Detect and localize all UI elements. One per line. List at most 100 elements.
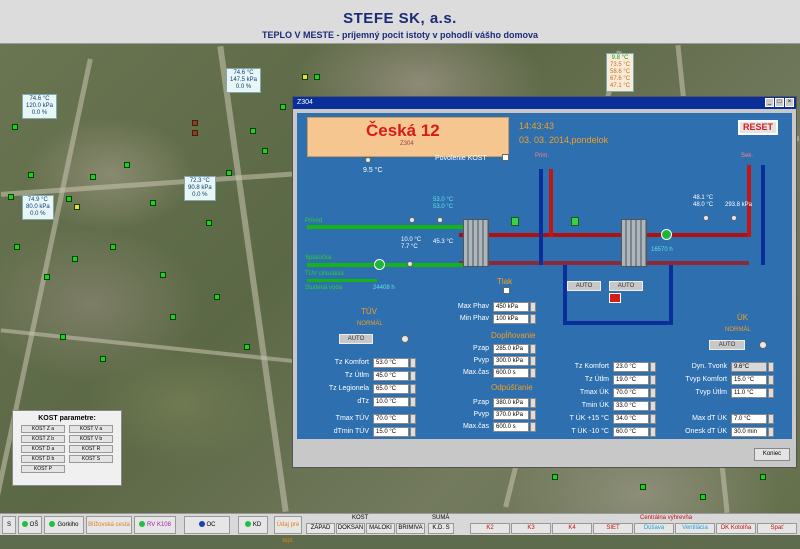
nav-kost-item[interactable]: BRIMIVA — [396, 523, 425, 534]
spinner-icon[interactable] — [410, 371, 416, 381]
tlak-auto-button[interactable]: AUTO — [567, 281, 601, 291]
nav-central-item[interactable]: K3 — [511, 523, 551, 534]
param-value-field[interactable]: 15.0 °C — [731, 375, 767, 385]
station-marker[interactable] — [170, 314, 176, 320]
station-marker-alarm[interactable] — [192, 120, 198, 126]
station-marker[interactable] — [110, 244, 116, 250]
param-value-field[interactable]: 15.0 °C — [373, 427, 409, 437]
nav-kost-item[interactable]: MALOKI — [366, 523, 395, 534]
nav-os[interactable]: OŠ — [18, 516, 42, 534]
kost-button[interactable]: KOST Z b — [21, 435, 65, 443]
kost-button[interactable]: KOST D b — [21, 455, 65, 463]
station-marker[interactable] — [226, 170, 232, 176]
spinner-icon[interactable] — [768, 414, 774, 424]
nav-gorkiho[interactable]: Gorkiho — [44, 516, 84, 534]
station-marker[interactable] — [66, 196, 72, 202]
station-marker[interactable] — [60, 334, 66, 340]
param-value-field[interactable]: 70.0 °C — [613, 388, 649, 398]
param-value-field[interactable]: 60.0 °C — [613, 427, 649, 437]
spinner-icon[interactable] — [410, 397, 416, 407]
map-label[interactable]: 74.9 °C 80.0 kPa 0.0 % — [22, 195, 54, 220]
spinner-icon[interactable] — [410, 414, 416, 424]
tuv-settings-icon[interactable] — [401, 335, 409, 343]
spinner-icon[interactable] — [530, 422, 536, 432]
param-value-field[interactable]: 65.0 °C — [373, 384, 409, 394]
nav-s[interactable]: S — [2, 516, 16, 534]
nav-rv[interactable]: RV K108 — [134, 516, 176, 534]
param-value-field[interactable]: 600.0 s — [493, 422, 529, 432]
station-marker[interactable] — [640, 484, 646, 490]
param-value-field[interactable]: 370.0 kPa — [493, 410, 529, 420]
station-marker[interactable] — [124, 162, 130, 168]
nav-udaj[interactable]: Údaj pre tepl. — [274, 516, 302, 544]
station-marker[interactable] — [244, 344, 250, 350]
nav-kost-item[interactable]: DOKSAN — [336, 523, 365, 534]
spinner-icon[interactable] — [650, 362, 656, 372]
param-value-field[interactable]: 70.0 °C — [373, 414, 409, 424]
param-value-field[interactable]: 45.0 °C — [373, 371, 409, 381]
station-marker[interactable] — [314, 74, 320, 80]
map-label[interactable]: 74.6 °C 147.5 kPa 0.0 % — [226, 68, 262, 93]
heat-exchanger-tuv[interactable] — [463, 219, 489, 267]
station-marker[interactable] — [206, 220, 212, 226]
param-value-field[interactable]: 34.0 °C — [613, 414, 649, 424]
param-value-field[interactable]: 11.0 °C — [731, 388, 767, 398]
valve-icon[interactable] — [571, 217, 579, 226]
kost-button[interactable]: KOST D a — [21, 445, 65, 453]
close-button[interactable]: Koniec — [754, 448, 790, 461]
close-icon[interactable]: × — [785, 98, 794, 107]
pump-toggle-button[interactable] — [609, 293, 621, 303]
station-marker[interactable] — [8, 194, 14, 200]
station-marker[interactable] — [700, 494, 706, 500]
tlak-auto-button[interactable]: AUTO — [609, 281, 643, 291]
nav-central-item[interactable]: Ventilácia — [675, 523, 715, 534]
param-value-field[interactable]: 10.0 °C — [373, 397, 409, 407]
spinner-icon[interactable] — [530, 398, 536, 408]
station-marker-warning[interactable] — [74, 204, 80, 210]
nav-oc[interactable]: OC — [184, 516, 230, 534]
station-marker[interactable] — [250, 128, 256, 134]
station-marker[interactable] — [14, 244, 20, 250]
nav-central-item[interactable]: Dúšava — [634, 523, 674, 534]
spinner-icon[interactable] — [530, 356, 536, 366]
valve-icon[interactable] — [511, 217, 519, 226]
station-marker-alarm[interactable] — [192, 130, 198, 136]
nav-suma[interactable]: K.D. S — [428, 523, 454, 534]
kost-button[interactable]: KOST V a — [69, 425, 113, 433]
spinner-icon[interactable] — [768, 388, 774, 398]
spinner-icon[interactable] — [650, 375, 656, 385]
map-label[interactable]: 72.3 °C 90.8 kPa 0.0 % — [184, 176, 216, 201]
spinner-icon[interactable] — [410, 358, 416, 368]
station-marker[interactable] — [90, 174, 96, 180]
station-marker[interactable] — [280, 104, 286, 110]
param-value-field[interactable]: 450 kPa — [493, 302, 529, 312]
param-value-field[interactable]: 33.0 °C — [613, 401, 649, 411]
uk-pump-icon[interactable] — [661, 229, 672, 240]
param-value-field[interactable]: 100 kPa — [493, 314, 529, 324]
window-titlebar[interactable]: Z304 _ □ × — [293, 97, 796, 109]
station-window[interactable]: Z304 _ □ × Česká 12 Z304 14:43:43 03. 03… — [292, 96, 797, 468]
spinner-icon[interactable] — [530, 302, 536, 312]
station-marker[interactable] — [262, 148, 268, 154]
nav-central-item[interactable]: K4 — [552, 523, 592, 534]
kost-button[interactable]: KOST S — [69, 455, 113, 463]
spinner-icon[interactable] — [768, 427, 774, 437]
spinner-icon[interactable] — [768, 375, 774, 385]
param-value-field[interactable]: 600.0 s — [493, 368, 529, 378]
spinner-icon[interactable] — [530, 314, 536, 324]
kost-button[interactable]: KOST Z a — [21, 425, 65, 433]
tuv-mode-button[interactable]: AUTO — [339, 334, 373, 344]
param-value-field[interactable]: 53.0 °C — [373, 358, 409, 368]
minimize-icon[interactable]: _ — [765, 98, 774, 107]
param-value-field[interactable]: 30.0 min — [731, 427, 767, 437]
param-value-field[interactable]: 285.0 kPa — [493, 344, 529, 354]
spinner-icon[interactable] — [650, 388, 656, 398]
tuv-pump-icon[interactable] — [374, 259, 385, 270]
nav-central-item[interactable]: DK Kotolňa — [716, 523, 756, 534]
nav-kost-item[interactable]: ZÁPAD — [306, 523, 335, 534]
station-marker[interactable] — [150, 200, 156, 206]
param-value-field[interactable]: 380.0 kPa — [493, 398, 529, 408]
uk-settings-icon[interactable] — [759, 341, 767, 349]
reset-button[interactable]: RESET — [738, 120, 778, 135]
station-marker[interactable] — [760, 474, 766, 480]
